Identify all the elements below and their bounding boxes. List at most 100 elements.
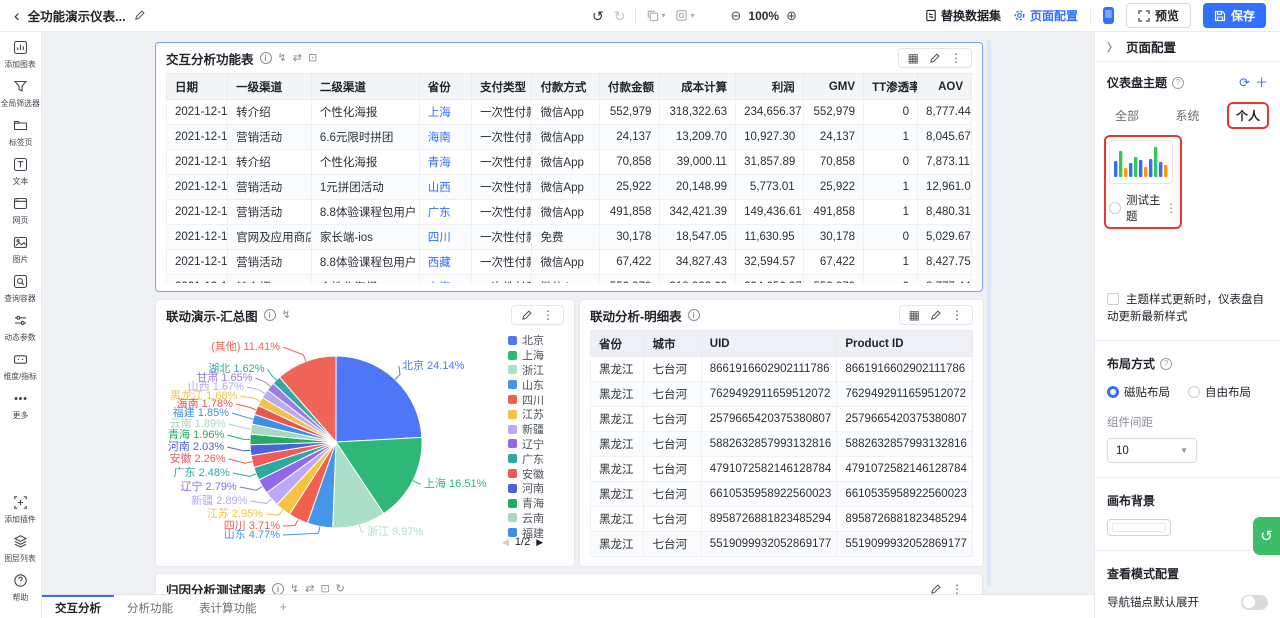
sidebar-item-help[interactable]: 帮助 [0,573,42,603]
more-icon[interactable]: ⋮ [946,309,968,321]
table-view-icon[interactable]: ▦ [904,309,925,321]
sidebar-item-more[interactable]: 更多 [0,391,42,421]
table-row[interactable]: 黑龙江七台河7629492911659512072762949291165951… [591,382,973,407]
table-row[interactable]: 2021-12-17营销活动6.6元限时拼团海南一次性付款微信App24,137… [167,125,972,150]
back-icon[interactable]: ‹ [14,7,20,24]
column-header[interactable]: 一级渠道 [228,74,312,100]
legend-item[interactable]: 河南 [508,481,544,496]
info-icon[interactable]: i [264,309,276,321]
table-row[interactable]: 黑龙江七台河2579665420375380807257966542037538… [591,407,973,432]
table-row[interactable]: 黑龙江七台河8958726881823485294895872688182348… [591,507,973,532]
group-frame-icon[interactable]: ▾ [675,9,694,22]
theme-tab-personal[interactable]: 个人 [1230,105,1266,126]
tab-analysis-features[interactable]: 分析功能 [114,595,186,618]
legend-prev-icon[interactable]: ◀ [502,537,509,548]
table-cell[interactable]: 上海 [419,100,471,125]
chevron-down-icon[interactable]: ▾ [690,11,694,20]
table-row[interactable]: 2021-12-17营销活动1元拼团活动山西一次性付款微信App25,92220… [167,175,972,200]
legend-item[interactable]: 上海 [508,348,544,363]
sidebar-item-webpage[interactable]: 网页 [0,196,42,226]
column-header[interactable]: 日期 [167,74,228,100]
save-button[interactable]: 保存 [1203,3,1266,28]
theme-preview-card[interactable] [1109,140,1173,184]
info-icon[interactable]: i [688,309,700,321]
table-cell[interactable]: 青海 [419,150,471,175]
refresh-icon[interactable]: ↻ [336,584,345,595]
zoom-out-icon[interactable]: ⊖ [731,8,742,24]
toggle-switch[interactable] [1241,595,1268,610]
column-header[interactable]: 城市 [644,331,701,357]
drill-icon[interactable]: ⇄ [293,53,302,64]
legend-item[interactable]: 青海 [508,496,544,511]
sidebar-item-bar-chart[interactable]: 添加图表 [0,40,42,70]
table-cell[interactable]: 上海 [419,275,471,284]
column-header[interactable]: AOV [917,74,971,100]
info-icon[interactable]: i [260,52,272,64]
export-icon[interactable]: ⊡ [320,584,329,595]
table-view-icon[interactable]: ▦ [903,52,924,64]
sidebar-item-text[interactable]: 文本 [0,157,42,187]
table-row[interactable]: 2021-12-17转介绍个性化海报上海一次性付款微信App552,979318… [167,275,972,284]
detail-data-table[interactable]: 省份城市UIDProduct ID黑龙江七台河86619166029021117… [590,330,973,557]
legend-item[interactable]: 辽宁 [508,437,544,452]
legend-item[interactable]: 四川 [508,392,544,407]
sidebar-item-sliders[interactable]: 动态参数 [0,313,42,343]
legend-item[interactable]: 山东 [508,377,544,392]
table-row[interactable]: 2021-12-17营销活动8.8体验课程包用户西藏一次性付款微信App67,4… [167,250,972,275]
checkbox[interactable] [1107,293,1119,305]
help-icon[interactable]: ? [1160,358,1172,370]
interactive-data-table[interactable]: 日期一级渠道二级渠道省份支付类型付款方式付款金额成本计算利润GMVTT渗透率AO… [166,73,972,283]
table-row[interactable]: 2021-12-17转介绍个性化海报上海一次性付款微信App552,979318… [167,100,972,125]
table-row[interactable]: 黑龙江七台河5882632857993132816588263285799313… [591,432,973,457]
column-header[interactable]: TT渗透率 [864,74,918,100]
collapse-panel-icon[interactable]: 〉 [1107,39,1118,55]
column-header[interactable]: 付款方式 [532,74,600,100]
sidebar-item-query-box[interactable]: 查询容器 [0,274,42,304]
column-header[interactable]: 省份 [419,74,471,100]
table-cell[interactable]: 海南 [419,125,471,150]
sidebar-item-layers[interactable]: 图层列表 [0,534,42,564]
column-header[interactable]: 省份 [591,331,644,357]
widget-attribution-chart[interactable]: 归因分析测试图表 i ↯ ⇄ ⊡ ↻ ⋮ [155,573,983,594]
table-row[interactable]: 黑龙江七台河4791072582146128784479107258214612… [591,457,973,482]
layout-option-grid[interactable]: 磁贴布局 [1107,384,1170,400]
widget-pie-chart[interactable]: 联动演示-汇总图 i ↯ ⋮ (其他) 11.41%湖北 1.62%甘肃 1.6… [155,299,575,567]
legend-item[interactable]: 浙江 [508,363,544,378]
theme-tab-all[interactable]: 全部 [1109,105,1145,126]
table-cell[interactable]: 广东 [419,200,471,225]
edit-icon[interactable] [925,584,946,595]
refresh-themes-icon[interactable]: ⟳ [1239,76,1250,89]
canvas-bg-color-picker[interactable] [1107,519,1171,536]
help-icon[interactable]: ? [1172,77,1184,89]
more-icon[interactable]: ⋮ [945,52,967,64]
legend-item[interactable]: 北京 [508,333,544,348]
rename-pencil-icon[interactable] [134,9,145,23]
widget-detail-table[interactable]: 联动分析-明细表 i ▦ ⋮ 省份城市UIDProduct ID黑龙江七台河86… [579,299,984,567]
undo-icon[interactable]: ↺ [592,9,604,23]
column-header[interactable]: UID [701,331,837,357]
table-cell[interactable]: 四川 [419,225,471,250]
table-row[interactable]: 黑龙江七台河8661916602902111786866191660290211… [591,357,973,382]
sidebar-item-funnel[interactable]: 全局筛选器 [0,79,42,109]
zoom-in-icon[interactable]: ⊕ [786,8,797,24]
page-config-button[interactable]: 页面配置 [1013,7,1078,24]
chevron-down-icon[interactable]: ▾ [661,11,665,20]
linkage-icon[interactable]: ↯ [290,584,299,595]
column-header[interactable]: 支付类型 [472,74,532,100]
tab-table-calc[interactable]: 表计算功能 [186,595,270,618]
more-icon[interactable]: ⋮ [946,583,968,594]
legend-next-icon[interactable]: ▶ [536,537,543,548]
sidebar-item-tab-folder[interactable]: 标签页 [0,118,42,148]
table-row[interactable]: 2021-12-17转介绍个性化海报青海一次性付款微信App70,85839,0… [167,150,972,175]
layout-option-free[interactable]: 自由布局 [1188,384,1251,400]
edit-icon[interactable] [924,53,945,64]
copy-icon[interactable]: ▾ [646,9,665,22]
canvas-scrollbar[interactable] [987,40,991,586]
dashboard-canvas[interactable]: 交互分析功能表 i ↯ ⇄ ⊡ ▦ ⋮ 日期一级渠道二级渠道省份支付类型付款方式… [42,32,1094,594]
tab-interactive-analysis[interactable]: 交互分析 [42,595,114,618]
table-cell[interactable]: 西藏 [419,250,471,275]
preview-button[interactable]: 预览 [1126,3,1191,28]
legend-item[interactable]: 安徽 [508,466,544,481]
legend-item[interactable]: 云南 [508,511,544,526]
theme-tab-system[interactable]: 系统 [1169,105,1205,126]
